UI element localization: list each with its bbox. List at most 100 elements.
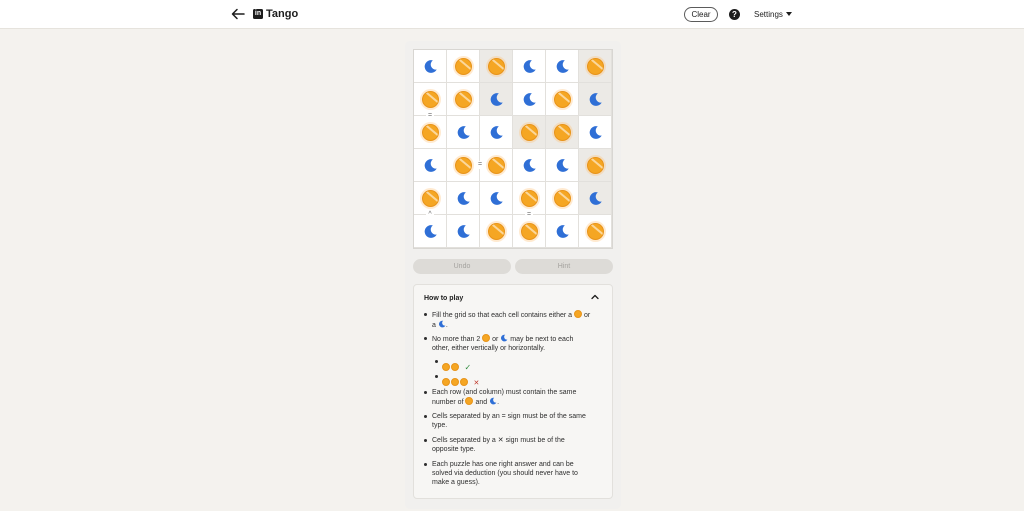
sun-icon — [451, 363, 459, 371]
chevron-up-icon[interactable] — [590, 292, 600, 302]
grid-cell — [579, 182, 612, 215]
moon-icon — [523, 93, 536, 106]
grid-cell[interactable] — [579, 215, 612, 248]
grid-cell[interactable] — [546, 50, 579, 83]
grid-cell[interactable] — [546, 215, 579, 248]
moon-icon — [490, 126, 503, 139]
check-icon: ✓ — [464, 363, 472, 372]
sun-icon — [420, 89, 441, 110]
cross-icon: ✕ — [473, 379, 480, 387]
sun-icon — [482, 334, 491, 342]
moon-icon — [457, 126, 470, 139]
rule-fill-grid: Fill the grid so that each cell contains… — [424, 310, 591, 329]
sun-icon — [552, 89, 573, 110]
constraint-sign: ^ — [426, 211, 434, 219]
moon-icon — [523, 159, 536, 172]
grid-cell[interactable] — [447, 182, 480, 215]
grid-cell[interactable] — [414, 215, 447, 248]
caret-down-icon — [785, 12, 792, 16]
sun-icon — [420, 188, 441, 209]
sun-icon — [442, 363, 450, 371]
example-valid: ✓ — [434, 357, 471, 372]
app-title: Tango — [266, 8, 299, 20]
top-bar: in Tango Clear ? Settings — [0, 0, 1024, 29]
settings-menu[interactable]: Settings — [754, 10, 792, 20]
grid-cell[interactable] — [546, 149, 579, 182]
settings-label: Settings — [754, 10, 783, 19]
sun-icon — [519, 221, 540, 242]
grid-cell — [513, 116, 546, 149]
grid-cell[interactable] — [447, 50, 480, 83]
grid-cell — [579, 50, 612, 83]
moon-icon — [424, 60, 437, 73]
grid-cell[interactable] — [513, 83, 546, 116]
sun-icon — [574, 310, 583, 318]
moon-icon — [589, 126, 602, 139]
grid-cell[interactable] — [414, 149, 447, 182]
grid-cell — [579, 149, 612, 182]
grid-cell[interactable] — [513, 149, 546, 182]
grid-cell[interactable] — [513, 215, 546, 248]
grid-cell[interactable] — [546, 182, 579, 215]
grid-cell[interactable] — [414, 116, 447, 149]
constraint-sign: = — [426, 112, 434, 120]
cross-sign-icon: ✕ — [497, 436, 504, 444]
grid-cell — [480, 50, 513, 83]
moon-icon — [556, 60, 569, 73]
how-to-play-panel: How to play Fill the grid so that each c… — [413, 284, 613, 499]
sun-icon — [460, 378, 468, 386]
rule-one-answer: Each puzzle has one right answer and can… — [424, 460, 592, 487]
sun-icon — [585, 221, 606, 242]
grid-cell — [480, 83, 513, 116]
grid-cell[interactable] — [480, 215, 513, 248]
grid-cell[interactable] — [447, 83, 480, 116]
sun-icon — [486, 56, 507, 77]
moon-icon — [556, 159, 569, 172]
help-icon[interactable]: ? — [729, 9, 740, 20]
sun-icon — [585, 155, 606, 176]
constraint-sign: = — [525, 211, 533, 219]
grid-cell — [579, 83, 612, 116]
sun-icon — [453, 155, 474, 176]
back-arrow-icon[interactable] — [230, 6, 246, 22]
grid-cell[interactable] — [414, 50, 447, 83]
sun-icon — [465, 397, 474, 405]
sun-icon — [486, 155, 507, 176]
grid-cell[interactable] — [579, 116, 612, 149]
grid-cell — [546, 116, 579, 149]
moon-icon — [424, 159, 437, 172]
moon-icon — [424, 225, 437, 238]
moon-icon — [457, 225, 470, 238]
hint-button[interactable]: Hint — [515, 259, 613, 274]
grid-cell[interactable] — [447, 215, 480, 248]
moon-icon — [490, 397, 497, 405]
moon-icon — [457, 192, 470, 205]
moon-icon — [556, 225, 569, 238]
sun-icon — [519, 122, 540, 143]
rule-equal-sign: Cells separated by an = sign must be of … — [424, 412, 592, 430]
sun-icon — [453, 89, 474, 110]
sun-icon — [519, 188, 540, 209]
grid-cell[interactable] — [480, 116, 513, 149]
sun-icon — [420, 122, 441, 143]
sun-icon — [453, 56, 474, 77]
rule-row-balance: Each row (and column) must contain the s… — [424, 388, 592, 407]
sun-icon — [552, 122, 573, 143]
linkedin-logo-icon: in — [253, 9, 263, 19]
grid-cell[interactable] — [480, 182, 513, 215]
undo-button[interactable]: Undo — [413, 259, 511, 274]
clear-button[interactable]: Clear — [684, 7, 718, 22]
grid-cell[interactable] — [447, 116, 480, 149]
moon-icon — [589, 192, 602, 205]
grid-cell[interactable] — [546, 83, 579, 116]
moon-icon — [490, 192, 503, 205]
moon-icon — [589, 93, 602, 106]
grid-cell[interactable] — [513, 50, 546, 83]
how-to-play-title: How to play — [424, 295, 464, 302]
tango-grid: = = ^ = — [413, 49, 613, 249]
grid-cell[interactable] — [480, 149, 513, 182]
moon-icon — [523, 60, 536, 73]
example-invalid: ✕ — [434, 372, 479, 387]
sun-icon — [486, 221, 507, 242]
moon-icon — [438, 320, 446, 328]
